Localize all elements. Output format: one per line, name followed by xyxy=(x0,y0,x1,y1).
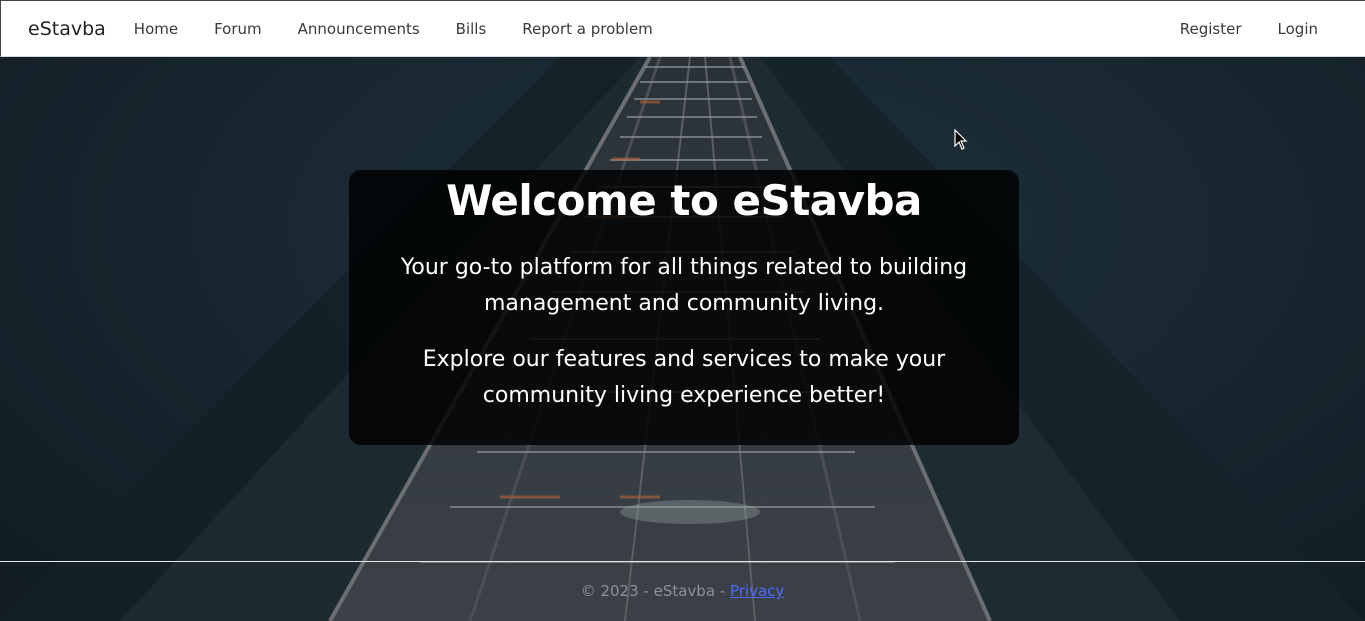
welcome-card: Welcome to eStavba Your go-to platform f… xyxy=(349,170,1019,445)
nav-link-announcements[interactable]: Announcements xyxy=(298,20,420,38)
page: eStavba Home Forum Announcements Bills R… xyxy=(0,0,1365,621)
nav-link-home[interactable]: Home xyxy=(134,20,178,38)
nav-link-bills[interactable]: Bills xyxy=(456,20,487,38)
footer: © 2023 - eStavba - Privacy xyxy=(0,582,1365,600)
privacy-link[interactable]: Privacy xyxy=(730,582,784,600)
nav-link-report-problem[interactable]: Report a problem xyxy=(522,20,653,38)
footer-divider xyxy=(0,561,1365,562)
nav-auth-links: Register Login xyxy=(1180,20,1354,38)
welcome-explore-text: Explore our features and services to mak… xyxy=(422,347,946,408)
login-link[interactable]: Login xyxy=(1278,20,1318,38)
register-link[interactable]: Register xyxy=(1180,20,1242,38)
brand-logo-link[interactable]: eStavba xyxy=(28,18,106,40)
mouse-cursor-icon xyxy=(954,128,968,155)
footer-copyright: © 2023 - eStavba - xyxy=(580,582,730,600)
nav-links: Home Forum Announcements Bills Report a … xyxy=(134,20,689,38)
welcome-intro-text: Your go-to platform for all things relat… xyxy=(400,255,968,316)
top-navbar: eStavba Home Forum Announcements Bills R… xyxy=(0,0,1365,57)
welcome-title: Welcome to eStavba xyxy=(446,176,922,225)
nav-link-forum[interactable]: Forum xyxy=(214,20,262,38)
